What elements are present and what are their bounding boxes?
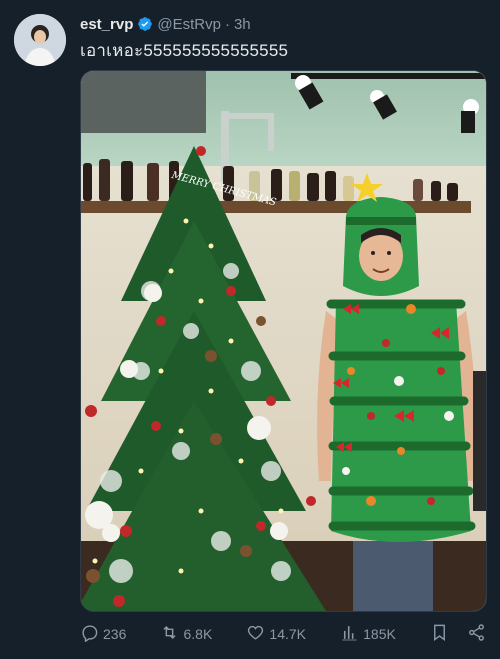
repost-icon	[160, 623, 179, 645]
tweet-text: เอาเหอะ555555555555555	[80, 41, 289, 60]
views-count: 185K	[363, 626, 396, 642]
repost-button[interactable]: 6.8K	[160, 623, 212, 645]
handle[interactable]: @EstRvp	[157, 16, 221, 33]
share-icon[interactable]	[467, 623, 486, 645]
secondary-actions	[430, 623, 486, 645]
timestamp[interactable]: 3h	[234, 16, 251, 33]
reply-count: 236	[103, 626, 127, 642]
heart-icon	[246, 623, 265, 645]
tweet-header: est_rvp @EstRvp · 3h	[80, 14, 488, 34]
like-count: 14.7K	[269, 626, 307, 642]
views-button[interactable]: 185K	[340, 623, 396, 645]
views-icon	[340, 623, 359, 645]
repost-count: 6.8K	[183, 626, 213, 642]
christmas-photo: MERRY CHRISTMAS	[81, 71, 486, 611]
avatar[interactable]	[14, 14, 66, 66]
bookmark-icon[interactable]	[430, 623, 449, 645]
tweet-media[interactable]: MERRY CHRISTMAS	[80, 70, 487, 612]
avatar-image	[14, 14, 66, 66]
reply-icon	[80, 623, 99, 645]
separator-dot: ·	[224, 15, 230, 33]
tweet-actions: 236 6.8K 14.7K 185K	[80, 622, 486, 646]
display-name[interactable]: est_rvp	[80, 16, 133, 33]
verified-badge-icon	[137, 16, 153, 32]
reply-button[interactable]: 236	[80, 623, 126, 645]
like-button[interactable]: 14.7K	[246, 623, 306, 645]
